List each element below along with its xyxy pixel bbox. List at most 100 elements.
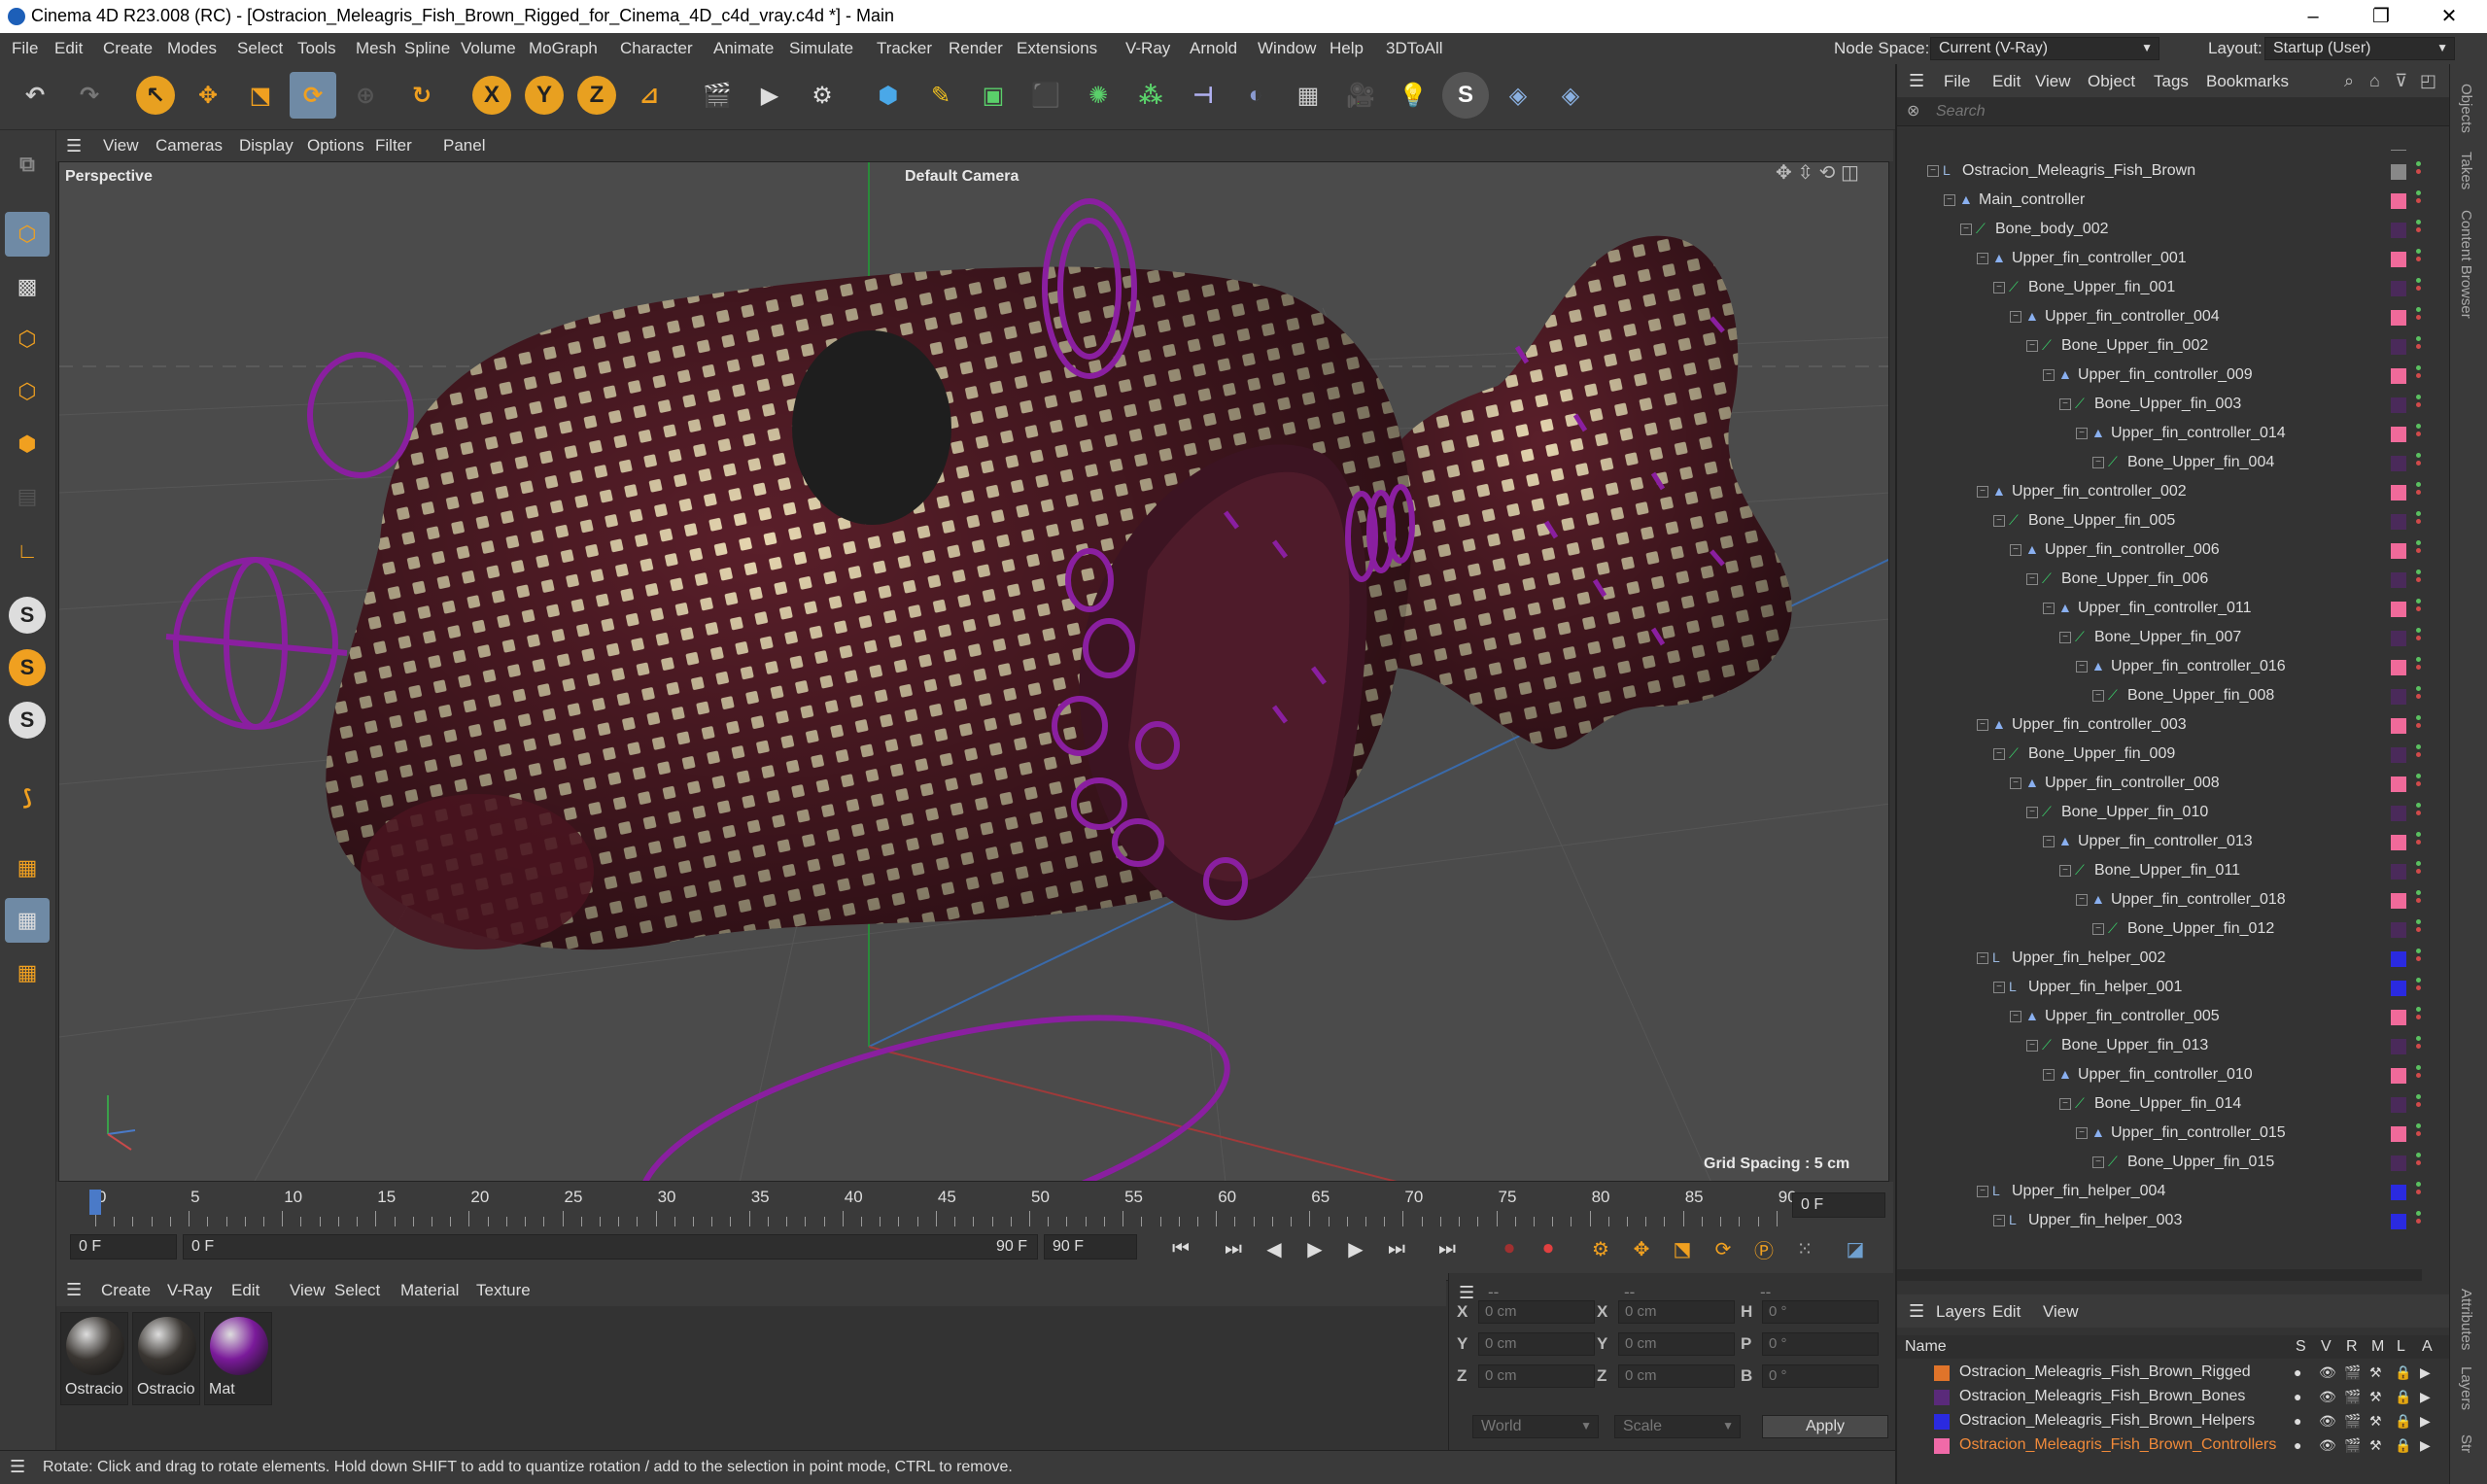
snap-settings-icon[interactable]: S (9, 649, 46, 686)
layer-color-tag[interactable] (2391, 339, 2406, 355)
coord-value-field[interactable]: 0 cm (1618, 1300, 1735, 1324)
visibility-dots-icon[interactable] (2416, 1153, 2422, 1174)
side-tab-content-browser[interactable]: Content Browser (2458, 210, 2474, 319)
layer-color-tag[interactable] (2391, 397, 2406, 413)
object-tree-row[interactable]: − ⟋ Bone_Upper_fin_009 (1897, 741, 2451, 770)
object-tree-row[interactable]: − ▲ Upper_fin_controller_014 (1897, 420, 2451, 449)
layer-column-a[interactable]: A (2422, 1338, 2433, 1356)
visibility-dots-icon[interactable] (2416, 249, 2422, 270)
material-swatch[interactable]: Ostracio (60, 1312, 128, 1405)
animation-toggle-icon[interactable]: ▶ (2420, 1437, 2431, 1454)
visibility-dots-icon[interactable] (2416, 453, 2422, 474)
live-selection-icon[interactable]: ↖ (136, 76, 175, 115)
layer-column-r[interactable]: R (2346, 1338, 2358, 1356)
expand-toggle-icon[interactable]: − (2026, 807, 2038, 818)
deformer-icon[interactable]: ⊣ (1180, 72, 1226, 119)
viewport-menu-display[interactable]: Display (239, 136, 294, 155)
lock-toggle-icon[interactable]: 🔒 (2395, 1364, 2411, 1381)
extrude-generator-icon[interactable]: ⬛ (1022, 72, 1069, 119)
expand-toggle-icon[interactable]: − (2076, 894, 2088, 906)
keyframe-selection-icon[interactable]: ⚙ (1584, 1232, 1617, 1265)
visibility-dots-icon[interactable] (2416, 569, 2422, 591)
menu-animate[interactable]: Animate (713, 39, 774, 58)
animation-toggle-icon[interactable]: ▶ (2420, 1364, 2431, 1381)
object-tree-row[interactable]: − ⟋ Bone_Upper_fin_002 (1897, 332, 2451, 362)
minimize-button[interactable]: – (2284, 0, 2342, 33)
menu-tracker[interactable]: Tracker (877, 39, 932, 58)
field-icon[interactable]: ◐ (1232, 72, 1279, 119)
key-parameter-icon[interactable]: Ⓟ (1747, 1232, 1780, 1265)
menu-window[interactable]: Window (1258, 39, 1316, 58)
new-window-icon[interactable]: ◰ (2420, 71, 2436, 91)
visibility-dots-icon[interactable] (2416, 1036, 2422, 1057)
menu-volume[interactable]: Volume (461, 39, 516, 58)
object-tree-row[interactable]: − ▲ Upper_fin_controller_011 (1897, 595, 2451, 624)
visibility-dots-icon[interactable] (2416, 1007, 2422, 1028)
object-tree-row[interactable]: − ▲ Upper_fin_controller_003 (1897, 711, 2451, 741)
menu-render[interactable]: Render (949, 39, 1003, 58)
subdivision-generator-icon[interactable]: ▣ (970, 72, 1017, 119)
expand-toggle-icon[interactable]: − (1993, 282, 2005, 293)
material-menu-select[interactable]: Select (334, 1281, 380, 1300)
animation-toggle-icon[interactable]: ▶ (2420, 1389, 2431, 1405)
cube-primitive-icon[interactable]: ⬢ (865, 72, 912, 119)
python-icon[interactable]: ◈ (1495, 72, 1541, 119)
viewport-navigation-icons[interactable]: ✥ ⇳ ⟲ ◫ (1776, 162, 1859, 185)
mograph-icon[interactable]: ⁂ (1127, 72, 1174, 119)
layer-column-s[interactable]: S (2296, 1338, 2306, 1356)
visibility-dots-icon[interactable] (2416, 774, 2422, 795)
expand-toggle-icon[interactable]: − (1993, 748, 2005, 760)
transform-icon[interactable]: ⊕ (342, 72, 389, 119)
texture-mode-icon[interactable]: ▩ (5, 264, 50, 309)
visibility-dots-icon[interactable] (2416, 482, 2422, 503)
object-tree-row[interactable]: − L Upper_fin_helper_001 (1897, 974, 2451, 1003)
visibility-dots-icon[interactable] (2416, 686, 2422, 707)
node-space-dropdown[interactable]: Current (V-Ray) ▼ (1930, 37, 2159, 60)
search-icon[interactable]: ⌕ (2344, 71, 2354, 91)
object-tree-row[interactable]: − ⟋ Bone_Upper_fin_006 (1897, 566, 2451, 595)
render-toggle-icon[interactable]: 🎬 (2344, 1364, 2361, 1381)
object-tree-row[interactable]: − L Upper_fin_helper_004 (1897, 1178, 2451, 1207)
next-frame-icon[interactable]: ▶ (1339, 1232, 1372, 1265)
layer-color-tag[interactable] (2391, 485, 2406, 500)
material-menu-texture[interactable]: Texture (476, 1281, 531, 1300)
polygons-mode-icon[interactable]: ⬢ (5, 422, 50, 466)
axis-mode-icon[interactable]: ∟ (5, 529, 50, 573)
z-axis-lock-icon[interactable]: Z (577, 76, 616, 115)
visibility-dots-icon[interactable] (2416, 628, 2422, 649)
layer-color-swatch[interactable] (1934, 1365, 1950, 1381)
coord-value-field[interactable]: 0 ° (1762, 1332, 1879, 1356)
object-tree-row[interactable]: − ▲ Upper_fin_controller_013 (1897, 828, 2451, 857)
close-button[interactable]: ✕ (2420, 0, 2478, 33)
layer-color-tag[interactable] (2391, 427, 2406, 442)
visible-toggle-icon[interactable]: 👁 (2319, 1413, 2336, 1430)
menu-extensions[interactable]: Extensions (1017, 39, 1097, 58)
viewport-menu-options[interactable]: Options (307, 136, 364, 155)
layer-color-tag[interactable] (2391, 1214, 2406, 1229)
layer-color-tag[interactable] (2391, 631, 2406, 646)
expand-toggle-icon[interactable]: − (2010, 544, 2021, 556)
points-mode-icon[interactable]: ⬡ (5, 317, 50, 362)
rotate-icon[interactable]: ⟳ (290, 72, 336, 119)
menu-modes[interactable]: Modes (167, 39, 217, 58)
coord-value-field[interactable]: 0 ° (1762, 1364, 1879, 1388)
layout-dropdown[interactable]: Startup (User) ▼ (2264, 37, 2455, 60)
object-tree-row[interactable]: − ▲ Upper_fin_controller_006 (1897, 536, 2451, 566)
layer-color-tag[interactable] (2391, 602, 2406, 617)
menu-help[interactable]: Help (1330, 39, 1364, 58)
key-pla-icon[interactable]: ⁙ (1788, 1232, 1821, 1265)
filter-icon[interactable]: ⊽ (2395, 71, 2407, 91)
menu-simulate[interactable]: Simulate (789, 39, 853, 58)
expand-toggle-icon[interactable]: − (2076, 428, 2088, 439)
expand-toggle-icon[interactable]: − (1977, 719, 1988, 731)
object-tree-row[interactable]: − ⟋ Bone_Upper_fin_008 (1897, 682, 2451, 711)
home-icon[interactable]: ⌂ (2369, 71, 2380, 91)
layer-color-tag[interactable] (2391, 543, 2406, 559)
horizontal-scrollbar[interactable] (1897, 1269, 2422, 1281)
material-swatch[interactable]: Ostracio (132, 1312, 200, 1405)
layer-menu-edit[interactable]: Edit (1992, 1302, 2021, 1322)
viewport-menu-panel[interactable]: Panel (443, 136, 485, 155)
y-axis-lock-icon[interactable]: Y (525, 76, 564, 115)
layer-row[interactable]: Ostracion_Meleagris_Fish_Brown_Rigged ● 👁 🎬… (1897, 1361, 2451, 1385)
planar-workplane-icon[interactable]: ▦ (5, 950, 50, 995)
